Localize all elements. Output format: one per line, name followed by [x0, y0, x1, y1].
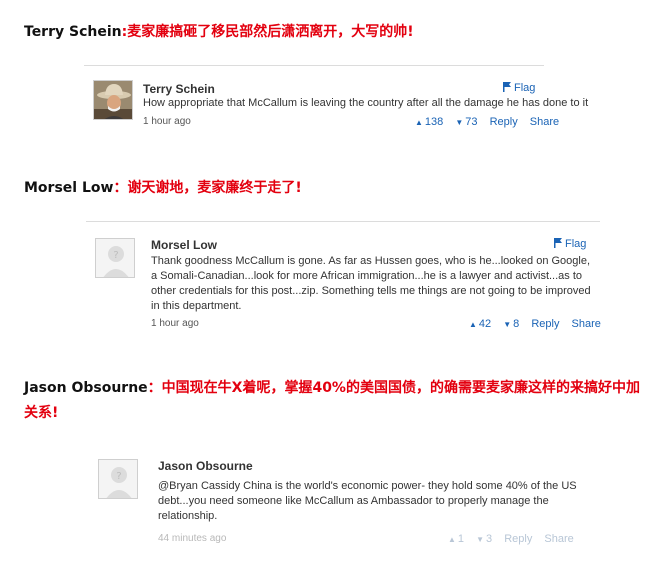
- section-heading-jason: Jason Obsourne：中国现在牛X着呢，掌握40%的美国国债，的确需要麦…: [24, 376, 644, 426]
- flag-button[interactable]: Flag: [503, 82, 535, 95]
- comment-actions: ▲ 1 ▼ 3 Reply Share: [448, 533, 574, 545]
- downvote-count: 3: [486, 533, 493, 545]
- flag-label: Flag: [565, 238, 587, 250]
- svg-text:?: ?: [116, 471, 121, 482]
- reply-link[interactable]: Reply: [490, 116, 518, 128]
- upvote-icon: ▲: [448, 535, 456, 544]
- default-avatar-question-icon: ?: [96, 239, 134, 277]
- heading-name: Jason Obsourne: [24, 380, 148, 396]
- downvote-count: 73: [465, 116, 478, 128]
- flag-button[interactable]: Flag: [554, 238, 586, 251]
- flag-icon: [503, 82, 511, 95]
- comment-timestamp: 1 hour ago: [143, 116, 191, 127]
- section-heading-terry: Terry Schein:麦家廉搞砸了移民部然后潇洒离开，大写的帅!: [24, 21, 414, 41]
- avatar[interactable]: [93, 80, 133, 120]
- heading-separator: ：: [147, 380, 162, 396]
- downvote-button[interactable]: ▼ 73: [455, 116, 477, 128]
- comment-timestamp: 44 minutes ago: [158, 533, 227, 544]
- comment-body: Thank goodness McCallum is gone. As far …: [151, 255, 591, 312]
- comment-card-terry: Terry Schein Flag How appropriate that M…: [84, 65, 589, 145]
- comment-card-morsel: ? Morsel Low Flag Thank goodness McCallu…: [86, 221, 601, 341]
- downvote-icon: ▼: [503, 320, 512, 329]
- upvote-button[interactable]: ▲ 1: [448, 533, 464, 545]
- heading-caption: 麦家廉搞砸了移民部然后潇洒离开，大写的帅!: [127, 24, 414, 40]
- heading-separator: ：: [113, 180, 128, 196]
- upvote-count: 42: [478, 318, 492, 330]
- comment-author[interactable]: Terry Schein: [143, 82, 215, 96]
- avatar[interactable]: ?: [98, 459, 138, 499]
- upvote-count: 1: [457, 533, 465, 545]
- reply-link[interactable]: Reply: [504, 533, 532, 545]
- comment-timestamp: 1 hour ago: [151, 318, 199, 329]
- upvote-icon: ▲: [415, 118, 423, 127]
- heading-name: Terry Schein: [24, 24, 122, 40]
- comment-author[interactable]: Jason Obsourne: [158, 459, 253, 473]
- upvote-button[interactable]: ▲ 42: [469, 318, 491, 330]
- downvote-icon: ▼: [455, 118, 464, 127]
- flag-label: Flag: [514, 82, 536, 94]
- default-avatar-question-icon: ?: [99, 460, 137, 498]
- section-heading-morsel: Morsel Low：谢天谢地，麦家廉终于走了!: [24, 177, 302, 197]
- share-link[interactable]: Share: [530, 116, 559, 128]
- upvote-icon: ▲: [469, 320, 477, 329]
- cowboy-avatar-photo-icon: [94, 81, 132, 119]
- reply-link[interactable]: Reply: [531, 318, 559, 330]
- heading-caption: 谢天谢地，麦家廉终于走了!: [127, 180, 302, 196]
- heading-name: Morsel Low: [24, 180, 114, 196]
- downvote-button[interactable]: ▼ 3: [476, 533, 492, 545]
- comment-card-jason: ? Jason Obsourne @Bryan Cassidy China is…: [84, 444, 594, 556]
- upvote-button[interactable]: ▲ 138: [415, 116, 443, 128]
- svg-text:?: ?: [113, 250, 118, 261]
- comment-author[interactable]: Morsel Low: [151, 238, 217, 252]
- comment-actions: ▲ 42 ▼ 8 Reply Share: [469, 318, 601, 330]
- share-link[interactable]: Share: [572, 318, 601, 330]
- comment-body: @Bryan Cassidy China is the world's econ…: [158, 480, 577, 522]
- flag-icon: [554, 238, 562, 251]
- comment-actions: ▲ 138 ▼ 73 Reply Share: [415, 116, 559, 128]
- downvote-count: 8: [513, 318, 520, 330]
- share-link[interactable]: Share: [544, 533, 573, 545]
- downvote-icon: ▼: [476, 535, 485, 544]
- comment-body: How appropriate that McCallum is leaving…: [143, 97, 589, 109]
- upvote-count: 138: [424, 116, 444, 128]
- downvote-button[interactable]: ▼ 8: [503, 318, 519, 330]
- avatar[interactable]: ?: [95, 238, 135, 278]
